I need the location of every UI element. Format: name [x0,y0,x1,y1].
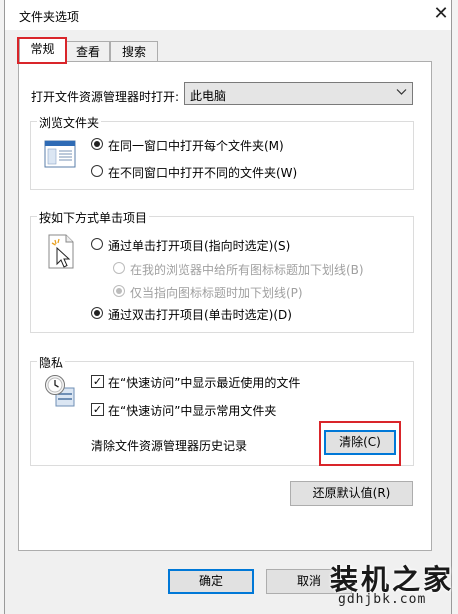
underline-all-label[interactable]: 在我的浏览器中给所有图标标题加下划线(B) [130,261,364,278]
underline-all-radio[interactable] [113,262,125,274]
same-window-label[interactable]: 在同一窗口中打开每个文件夹(M) [108,137,284,154]
single-click-radio[interactable] [91,238,103,250]
show-frequent-folders-label[interactable]: 在“快速访问”中显示常用文件夹 [108,402,276,419]
open-explorer-dropdown[interactable]: 此电脑 [184,82,413,105]
new-window-label[interactable]: 在不同窗口中打开不同的文件夹(W) [108,164,297,181]
double-click-label[interactable]: 通过双击打开项目(单击时选定)(D) [108,306,292,323]
watermark-url: gdhjbk.com [338,592,427,607]
clear-history-label: 清除文件资源管理器历史记录 [91,439,248,453]
browse-folders-title: 浏览文件夹 [37,114,102,131]
show-recent-files-label[interactable]: 在“快速访问”中显示最近使用的文件 [108,374,300,391]
ok-button[interactable]: 确定 [168,569,254,594]
same-window-radio[interactable] [91,138,103,150]
underline-hover-radio[interactable] [113,285,125,297]
background-window-strip-right [452,0,458,614]
show-recent-files-checkbox[interactable]: ✓ [91,375,104,388]
underline-hover-label[interactable]: 仅当指向图标标题时加下划线(P) [130,284,303,301]
open-explorer-label: 打开文件资源管理器时打开: [31,90,180,104]
new-window-radio[interactable] [91,165,103,177]
restore-defaults-button[interactable]: 还原默认值(R) [290,481,413,506]
double-click-radio[interactable] [91,307,103,319]
window-title: 文件夹选项 [19,10,80,24]
dropdown-value: 此电脑 [190,89,227,103]
pointer-click-icon [46,234,76,273]
close-icon[interactable]: ✕ [430,2,452,26]
window-icon [44,140,76,171]
clear-history-button[interactable]: 清除(C) [324,430,396,455]
tab-highlight-box [17,37,67,64]
clock-history-icon [44,374,76,411]
tab-view[interactable]: 查看 [66,41,110,61]
chevron-down-icon [396,86,407,100]
show-frequent-folders-checkbox[interactable]: ✓ [91,403,104,416]
tab-search[interactable]: 搜索 [110,41,158,61]
click-items-title: 按如下方式单击项目 [37,209,150,226]
tab-label: 查看 [75,45,100,59]
single-click-label[interactable]: 通过单击打开项目(指向时选定)(S) [108,237,290,254]
tab-label: 搜索 [121,45,146,59]
privacy-title: 隐私 [37,354,66,371]
title-bar: 文件夹选项 ✕ [5,0,451,30]
